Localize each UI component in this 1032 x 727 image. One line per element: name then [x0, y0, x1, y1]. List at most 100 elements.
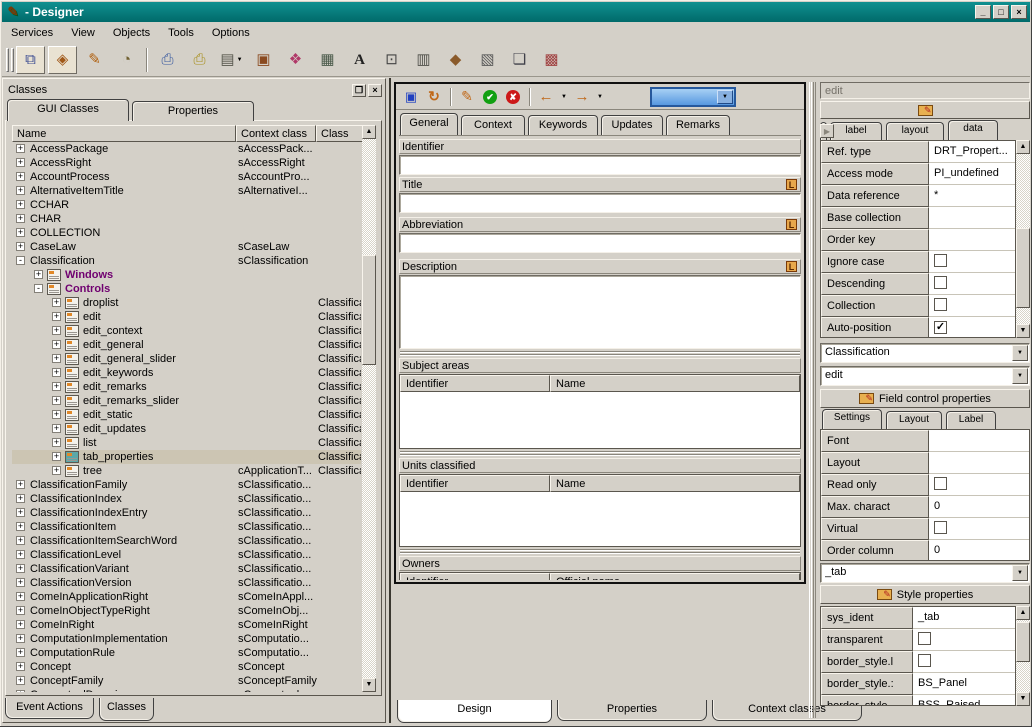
tree-row[interactable]: -Controls — [12, 282, 361, 296]
expand-toggle[interactable]: + — [16, 186, 25, 195]
property-value[interactable]: 0 — [929, 496, 1029, 518]
expand-toggle[interactable]: + — [52, 452, 61, 461]
save-button[interactable]: ▣ — [400, 87, 422, 107]
checkbox[interactable]: ✓ — [934, 321, 947, 334]
tree-row[interactable]: +ComeInObjectTypeRightsComeInObj... — [12, 604, 361, 618]
tree-row[interactable]: +edit_remarks_sliderClassifica... — [12, 394, 361, 408]
refresh-button[interactable]: ↻ — [423, 87, 445, 107]
checkbox[interactable] — [934, 254, 947, 267]
machine-button[interactable]: ▧ — [473, 46, 502, 74]
property-value[interactable] — [929, 207, 1015, 229]
expand-toggle[interactable]: + — [16, 480, 25, 489]
tree-row[interactable]: +tab_propertiesClassifica... — [12, 450, 361, 464]
dialog-button[interactable]: ❏ — [505, 46, 534, 74]
expand-toggle[interactable]: + — [16, 144, 25, 153]
table-column-identifier[interactable]: Identifier — [400, 375, 550, 392]
tree-row[interactable]: +ComputationRulesComputatio... — [12, 646, 361, 660]
property-value[interactable] — [929, 430, 1029, 452]
tree-row[interactable]: +CCHAR — [12, 198, 361, 212]
menu-view[interactable]: View — [62, 25, 104, 41]
expand-toggle[interactable]: + — [16, 592, 25, 601]
form-list-button[interactable]: ▤▼ — [217, 46, 246, 74]
dropdown-button[interactable]: ▼ — [1012, 368, 1028, 384]
table-column-official-name[interactable]: Official name — [550, 573, 800, 580]
tree-row[interactable]: +treecApplicationT...Classifica... — [12, 464, 361, 478]
tree-row[interactable]: -ClassificationsClassification — [12, 254, 361, 268]
property-value[interactable] — [929, 452, 1029, 474]
expand-toggle[interactable]: + — [16, 242, 25, 251]
field-input-title[interactable] — [399, 193, 801, 213]
control-combo[interactable]: edit ▼ — [820, 366, 1030, 386]
settings-tab-layout[interactable]: Layout — [886, 411, 942, 429]
checkbox[interactable] — [934, 298, 947, 311]
scroll-up-button[interactable]: ▲ — [362, 125, 376, 139]
tree-row[interactable]: +ConceptualDomainsConceptual — [12, 688, 361, 692]
tree-row[interactable]: +ConceptFamilysConceptFamily — [12, 674, 361, 688]
tree-row[interactable]: +ClassificationItemSearchWordsClassifica… — [12, 534, 361, 548]
expand-toggle[interactable]: + — [52, 424, 61, 433]
scrollbar-thumb[interactable] — [362, 255, 376, 365]
tab-scroll-right-button[interactable]: ▶ — [820, 124, 834, 138]
expand-toggle[interactable]: + — [52, 438, 61, 447]
tree-row[interactable]: +edit_staticClassifica... — [12, 408, 361, 422]
class-combo[interactable]: Classification ▼ — [820, 343, 1030, 363]
expand-toggle[interactable]: + — [16, 228, 25, 237]
edit-control-button[interactable]: ✎ — [820, 101, 1030, 119]
checkbox[interactable] — [934, 477, 947, 490]
section-splitter[interactable] — [400, 549, 800, 554]
expand-toggle[interactable]: + — [16, 158, 25, 167]
panel-divider[interactable] — [389, 78, 391, 723]
tree-row[interactable]: +ClassificationFamilysClassificatio... — [12, 478, 361, 492]
close-button[interactable]: × — [1011, 5, 1027, 19]
tree-row[interactable]: +ClassificationLevelsClassificatio... — [12, 548, 361, 562]
expand-toggle[interactable]: + — [16, 662, 25, 671]
scroll-up-button[interactable]: ▲ — [1016, 606, 1030, 620]
expand-toggle[interactable]: + — [16, 578, 25, 587]
tree-row[interactable]: +CHAR — [12, 212, 361, 226]
tree-row[interactable]: +ClassificationIndexsClassificatio... — [12, 492, 361, 506]
table-column-identifier[interactable]: Identifier — [400, 475, 550, 492]
field-input-identifier[interactable] — [399, 155, 801, 175]
font-button[interactable]: A — [345, 46, 374, 74]
form-tab-general[interactable]: General — [400, 113, 458, 135]
tree-row[interactable]: +edit_keywordsClassifica... — [12, 366, 361, 380]
expand-toggle[interactable]: + — [16, 550, 25, 559]
links-button[interactable]: ❖ — [281, 46, 310, 74]
property-value[interactable] — [929, 251, 1015, 273]
settings-tab-label[interactable]: Label — [946, 411, 996, 429]
tree-row[interactable]: +COLLECTION — [12, 226, 361, 240]
expand-toggle[interactable]: + — [16, 606, 25, 615]
checkbox[interactable] — [934, 276, 947, 289]
expand-toggle[interactable]: - — [34, 284, 43, 293]
expand-toggle[interactable]: + — [16, 676, 25, 685]
menu-services[interactable]: Services — [2, 25, 62, 41]
property-value[interactable] — [913, 629, 1015, 651]
expand-toggle[interactable]: + — [16, 536, 25, 545]
toolbar-grip[interactable] — [11, 48, 14, 72]
package-button[interactable]: ◈ — [48, 46, 77, 74]
tree-row[interactable]: +AccessPackagesAccessPack... — [12, 142, 361, 156]
tree-row[interactable]: +listClassifica... — [12, 436, 361, 450]
expand-toggle[interactable]: + — [16, 494, 25, 503]
expand-toggle[interactable]: + — [16, 648, 25, 657]
style-grid-scrollbar[interactable]: ▲ ▼ — [1016, 606, 1030, 706]
expand-toggle[interactable]: + — [52, 298, 61, 307]
expand-toggle[interactable]: + — [52, 312, 61, 321]
property-value[interactable] — [929, 229, 1015, 251]
forward-dropdown-button[interactable]: ▼ — [594, 87, 606, 107]
printer-yellow-button[interactable]: ⎙ — [185, 46, 214, 74]
tree-row[interactable]: +Windows — [12, 268, 361, 282]
tree-row[interactable]: +ComeInApplicationRightsComeInAppl... — [12, 590, 361, 604]
list-window-button[interactable]: ▥ — [409, 46, 438, 74]
expand-toggle[interactable]: + — [52, 466, 61, 475]
property-value[interactable]: 0 — [929, 540, 1029, 561]
forward-button[interactable]: → — [571, 87, 593, 107]
dropdown-button[interactable]: ▼ — [717, 90, 733, 104]
table-column-name[interactable]: Name — [550, 375, 800, 392]
tree-row[interactable]: +edit_remarksClassifica... — [12, 380, 361, 394]
expand-toggle[interactable]: + — [16, 522, 25, 531]
tree-row[interactable]: +edit_generalClassifica... — [12, 338, 361, 352]
property-value[interactable] — [913, 651, 1015, 673]
back-dropdown-button[interactable]: ▼ — [558, 87, 570, 107]
tree-row[interactable]: +ComeInRightsComeInRight — [12, 618, 361, 632]
